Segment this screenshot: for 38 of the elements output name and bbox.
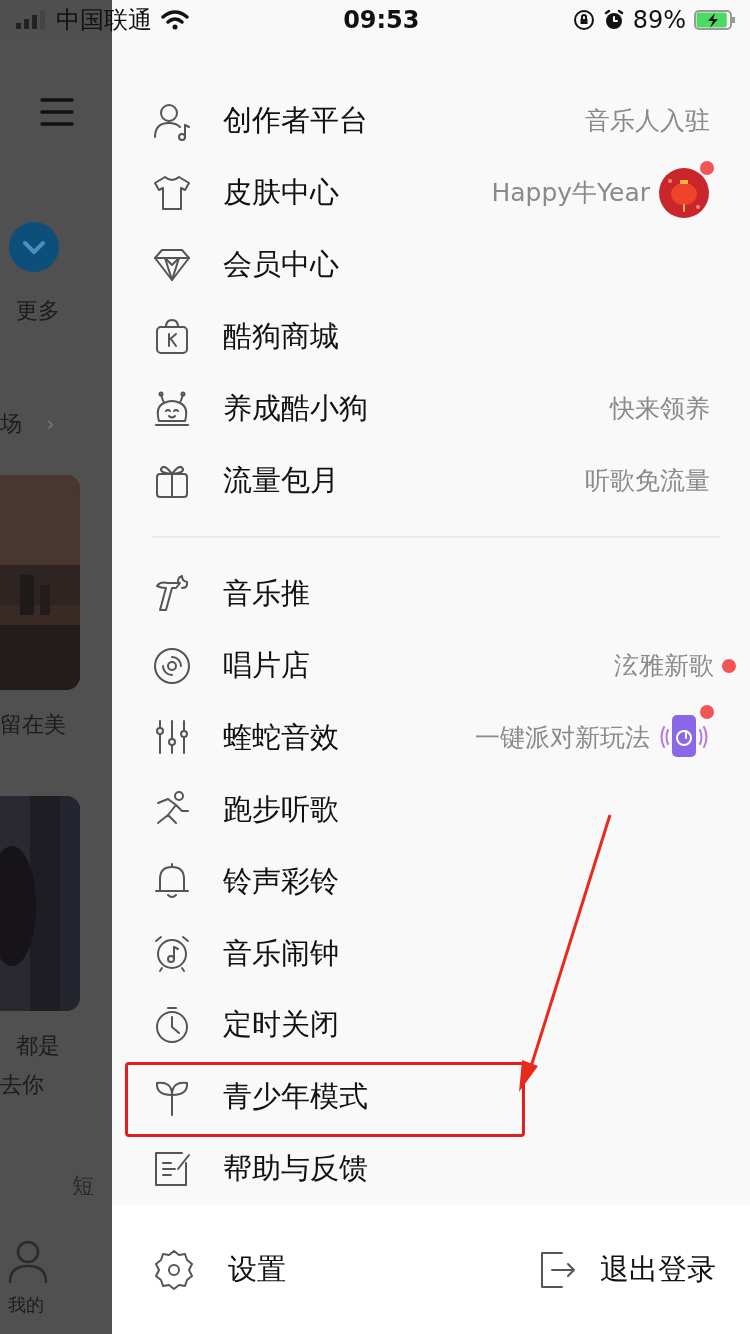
lantern-badge-icon bbox=[658, 166, 710, 219]
menu-note: 听歌免流量 bbox=[585, 464, 710, 497]
menu-item[interactable]: 会员中心 bbox=[223, 243, 339, 287]
menu-item[interactable]: 流量包月 bbox=[223, 458, 339, 503]
signal-icon bbox=[14, 10, 48, 30]
clock-time: 09:53 bbox=[343, 5, 420, 36]
disc-icon bbox=[152, 645, 192, 686]
menu-item[interactable]: 皮肤中心 bbox=[223, 171, 339, 215]
menu-item[interactable]: 音乐闹钟 bbox=[223, 931, 339, 976]
menu-item[interactable]: 帮助与反馈 bbox=[223, 1147, 368, 1191]
rotation-lock-icon bbox=[572, 9, 595, 31]
logout-label[interactable]: 退出登录 bbox=[600, 1247, 716, 1292]
menu-item[interactable]: 蝰蛇音效 bbox=[223, 715, 339, 760]
menu-item[interactable]: 定时关闭 bbox=[223, 1003, 339, 1047]
menu-item[interactable]: 铃声彩铃 bbox=[223, 859, 339, 904]
settings-icon[interactable] bbox=[152, 1247, 196, 1292]
menu-note: 一键派对新玩法 bbox=[475, 721, 650, 754]
battery-icon bbox=[694, 9, 736, 31]
menu-note: 泫雅新歌 bbox=[614, 649, 714, 682]
menu-item[interactable]: 酷狗商城 bbox=[223, 315, 339, 359]
menu-item[interactable]: 养成酷小狗 bbox=[223, 386, 368, 431]
menu-note: Happy牛Year bbox=[491, 177, 650, 210]
menu-item[interactable]: 跑步听歌 bbox=[223, 787, 339, 832]
expand-circle-icon[interactable] bbox=[8, 221, 60, 273]
logout-icon[interactable] bbox=[538, 1250, 576, 1289]
settings-label[interactable]: 设置 bbox=[220, 1247, 286, 1292]
alarm-icon bbox=[602, 9, 625, 31]
menu-icon[interactable] bbox=[40, 97, 74, 127]
wifi-icon bbox=[160, 9, 190, 31]
menu-item[interactable]: 青少年模式 bbox=[223, 1075, 368, 1119]
battery-percent: 89% bbox=[632, 5, 686, 36]
profile-icon[interactable] bbox=[8, 1240, 48, 1284]
menu-note: 音乐人入驻 bbox=[585, 105, 710, 138]
menu-note: 快来领养 bbox=[610, 392, 710, 425]
menu-item[interactable]: 音乐推 bbox=[223, 571, 310, 616]
menu-item[interactable]: 唱片店 bbox=[223, 643, 310, 688]
alarm-clock-icon bbox=[152, 933, 192, 974]
menu-item[interactable]: 创作者平台 bbox=[223, 99, 368, 143]
